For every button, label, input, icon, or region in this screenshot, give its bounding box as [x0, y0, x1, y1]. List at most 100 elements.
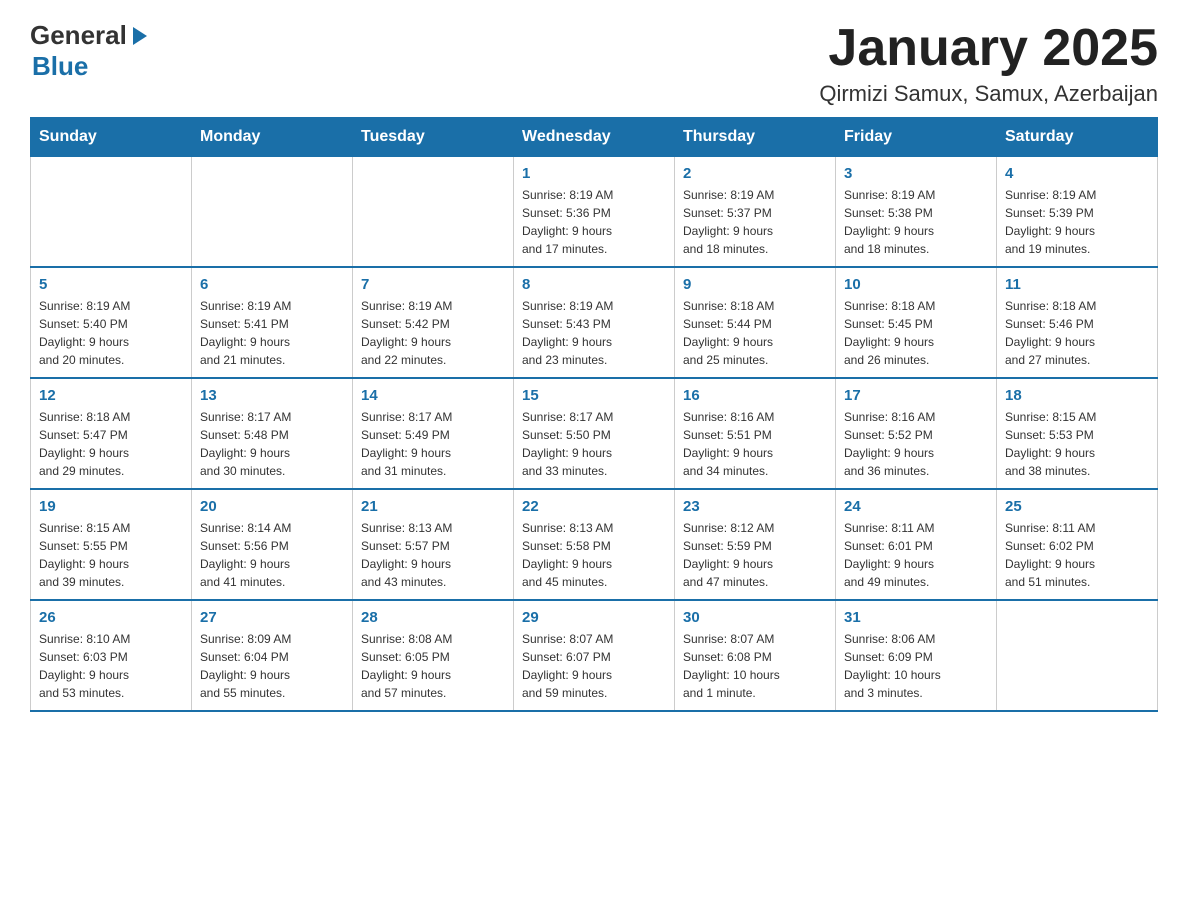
day-number: 12 [39, 387, 183, 404]
calendar-cell: 7 Sunrise: 8:19 AM Sunset: 5:42 PM Daylig… [353, 267, 514, 378]
calendar-cell: 2Sunrise: 8:19 AM Sunset: 5:37 PM Daylig… [675, 157, 836, 268]
day-info: Sunrise: 8:18 AM Sunset: 5:47 PM Dayligh… [39, 408, 183, 480]
calendar-cell [997, 600, 1158, 711]
calendar-cell: 1 Sunrise: 8:19 AM Sunset: 5:36 PM Daylig… [514, 157, 675, 268]
calendar-cell: 5Sunrise: 8:19 AM Sunset: 5:40 PM Daylig… [31, 267, 192, 378]
weekday-header-tuesday: Tuesday [353, 118, 514, 157]
day-info: Sunrise: 8:08 AM Sunset: 6:05 PM Dayligh… [361, 630, 505, 702]
calendar-cell: 18Sunrise: 8:15 AM Sunset: 5:53 PM Dayli… [997, 378, 1158, 489]
day-number: 20 [200, 498, 344, 515]
day-info: Sunrise: 8:14 AM Sunset: 5:56 PM Dayligh… [200, 519, 344, 591]
day-info: Sunrise: 8:09 AM Sunset: 6:04 PM Dayligh… [200, 630, 344, 702]
day-number: 25 [1005, 498, 1149, 515]
day-number: 30 [683, 609, 827, 626]
day-number: 6 [200, 276, 344, 293]
calendar-week-row: 26Sunrise: 8:10 AM Sunset: 6:03 PM Dayli… [31, 600, 1158, 711]
weekday-header-saturday: Saturday [997, 118, 1158, 157]
calendar-cell: 6 Sunrise: 8:19 AM Sunset: 5:41 PM Daylig… [192, 267, 353, 378]
day-info: Sunrise: 8:19 AM Sunset: 5:43 PM Dayligh… [522, 297, 666, 369]
weekday-header-sunday: Sunday [31, 118, 192, 157]
day-info: Sunrise: 8:19 AM Sunset: 5:41 PM Dayligh… [200, 297, 344, 369]
day-info: Sunrise: 8:19 AM Sunset: 5:38 PM Dayligh… [844, 186, 988, 258]
title-section: January 2025 Qirmizi Samux, Samux, Azerb… [819, 20, 1158, 107]
day-info: Sunrise: 8:16 AM Sunset: 5:51 PM Dayligh… [683, 408, 827, 480]
calendar-subtitle: Qirmizi Samux, Samux, Azerbaijan [819, 81, 1158, 107]
day-number: 19 [39, 498, 183, 515]
day-number: 5 [39, 276, 183, 293]
calendar-week-row: 1 Sunrise: 8:19 AM Sunset: 5:36 PM Daylig… [31, 157, 1158, 268]
day-info: Sunrise: 8:15 AM Sunset: 5:55 PM Dayligh… [39, 519, 183, 591]
calendar-cell: 30 Sunrise: 8:07 AM Sunset: 6:08 PM Dayli… [675, 600, 836, 711]
calendar-week-row: 19 Sunrise: 8:15 AM Sunset: 5:55 PM Dayli… [31, 489, 1158, 600]
day-info: Sunrise: 8:18 AM Sunset: 5:44 PM Dayligh… [683, 297, 827, 369]
day-info: Sunrise: 8:13 AM Sunset: 5:57 PM Dayligh… [361, 519, 505, 591]
logo-general-text: General [30, 20, 127, 51]
weekday-header-row: SundayMondayTuesdayWednesdayThursdayFrid… [31, 118, 1158, 157]
calendar-cell: 26Sunrise: 8:10 AM Sunset: 6:03 PM Dayli… [31, 600, 192, 711]
weekday-header-thursday: Thursday [675, 118, 836, 157]
day-number: 31 [844, 609, 988, 626]
calendar-cell: 19 Sunrise: 8:15 AM Sunset: 5:55 PM Dayli… [31, 489, 192, 600]
day-info: Sunrise: 8:19 AM Sunset: 5:42 PM Dayligh… [361, 297, 505, 369]
calendar-cell: 13 Sunrise: 8:17 AM Sunset: 5:48 PM Dayli… [192, 378, 353, 489]
calendar-cell: 25Sunrise: 8:11 AM Sunset: 6:02 PM Dayli… [997, 489, 1158, 600]
calendar-cell [31, 157, 192, 268]
day-number: 15 [522, 387, 666, 404]
day-info: Sunrise: 8:17 AM Sunset: 5:48 PM Dayligh… [200, 408, 344, 480]
day-info: Sunrise: 8:19 AM Sunset: 5:39 PM Dayligh… [1005, 186, 1149, 258]
day-info: Sunrise: 8:17 AM Sunset: 5:50 PM Dayligh… [522, 408, 666, 480]
weekday-header-friday: Friday [836, 118, 997, 157]
day-info: Sunrise: 8:10 AM Sunset: 6:03 PM Dayligh… [39, 630, 183, 702]
calendar-cell: 28 Sunrise: 8:08 AM Sunset: 6:05 PM Dayli… [353, 600, 514, 711]
day-number: 17 [844, 387, 988, 404]
calendar-cell: 14 Sunrise: 8:17 AM Sunset: 5:49 PM Dayli… [353, 378, 514, 489]
day-number: 9 [683, 276, 827, 293]
calendar-cell: 20 Sunrise: 8:14 AM Sunset: 5:56 PM Dayli… [192, 489, 353, 600]
calendar-cell [353, 157, 514, 268]
calendar-cell: 11Sunrise: 8:18 AM Sunset: 5:46 PM Dayli… [997, 267, 1158, 378]
calendar-title: January 2025 [819, 20, 1158, 77]
day-info: Sunrise: 8:18 AM Sunset: 5:45 PM Dayligh… [844, 297, 988, 369]
calendar-cell: 4 Sunrise: 8:19 AM Sunset: 5:39 PM Daylig… [997, 157, 1158, 268]
calendar-cell: 9 Sunrise: 8:18 AM Sunset: 5:44 PM Daylig… [675, 267, 836, 378]
calendar-cell: 8 Sunrise: 8:19 AM Sunset: 5:43 PM Daylig… [514, 267, 675, 378]
day-info: Sunrise: 8:07 AM Sunset: 6:07 PM Dayligh… [522, 630, 666, 702]
day-number: 8 [522, 276, 666, 293]
weekday-header-monday: Monday [192, 118, 353, 157]
day-number: 16 [683, 387, 827, 404]
day-number: 1 [522, 165, 666, 182]
weekday-header-wednesday: Wednesday [514, 118, 675, 157]
calendar-table: SundayMondayTuesdayWednesdayThursdayFrid… [30, 117, 1158, 712]
calendar-cell: 29Sunrise: 8:07 AM Sunset: 6:07 PM Dayli… [514, 600, 675, 711]
day-number: 18 [1005, 387, 1149, 404]
day-number: 7 [361, 276, 505, 293]
logo-blue-text: Blue [32, 51, 88, 81]
day-info: Sunrise: 8:11 AM Sunset: 6:01 PM Dayligh… [844, 519, 988, 591]
day-number: 2 [683, 165, 827, 182]
calendar-cell: 22Sunrise: 8:13 AM Sunset: 5:58 PM Dayli… [514, 489, 675, 600]
calendar-week-row: 5Sunrise: 8:19 AM Sunset: 5:40 PM Daylig… [31, 267, 1158, 378]
day-info: Sunrise: 8:19 AM Sunset: 5:36 PM Dayligh… [522, 186, 666, 258]
day-number: 21 [361, 498, 505, 515]
day-info: Sunrise: 8:12 AM Sunset: 5:59 PM Dayligh… [683, 519, 827, 591]
day-number: 22 [522, 498, 666, 515]
calendar-cell: 31 Sunrise: 8:06 AM Sunset: 6:09 PM Dayli… [836, 600, 997, 711]
day-number: 10 [844, 276, 988, 293]
day-info: Sunrise: 8:17 AM Sunset: 5:49 PM Dayligh… [361, 408, 505, 480]
day-number: 14 [361, 387, 505, 404]
day-number: 28 [361, 609, 505, 626]
calendar-cell: 15 Sunrise: 8:17 AM Sunset: 5:50 PM Dayli… [514, 378, 675, 489]
day-number: 23 [683, 498, 827, 515]
calendar-cell: 3 Sunrise: 8:19 AM Sunset: 5:38 PM Daylig… [836, 157, 997, 268]
day-number: 3 [844, 165, 988, 182]
day-number: 4 [1005, 165, 1149, 182]
logo-triangle-icon [129, 25, 151, 47]
calendar-cell: 23 Sunrise: 8:12 AM Sunset: 5:59 PM Dayli… [675, 489, 836, 600]
day-number: 27 [200, 609, 344, 626]
calendar-cell: 16 Sunrise: 8:16 AM Sunset: 5:51 PM Dayli… [675, 378, 836, 489]
day-info: Sunrise: 8:07 AM Sunset: 6:08 PM Dayligh… [683, 630, 827, 702]
day-info: Sunrise: 8:06 AM Sunset: 6:09 PM Dayligh… [844, 630, 988, 702]
calendar-cell: 10 Sunrise: 8:18 AM Sunset: 5:45 PM Dayli… [836, 267, 997, 378]
calendar-week-row: 12 Sunrise: 8:18 AM Sunset: 5:47 PM Dayli… [31, 378, 1158, 489]
day-number: 13 [200, 387, 344, 404]
